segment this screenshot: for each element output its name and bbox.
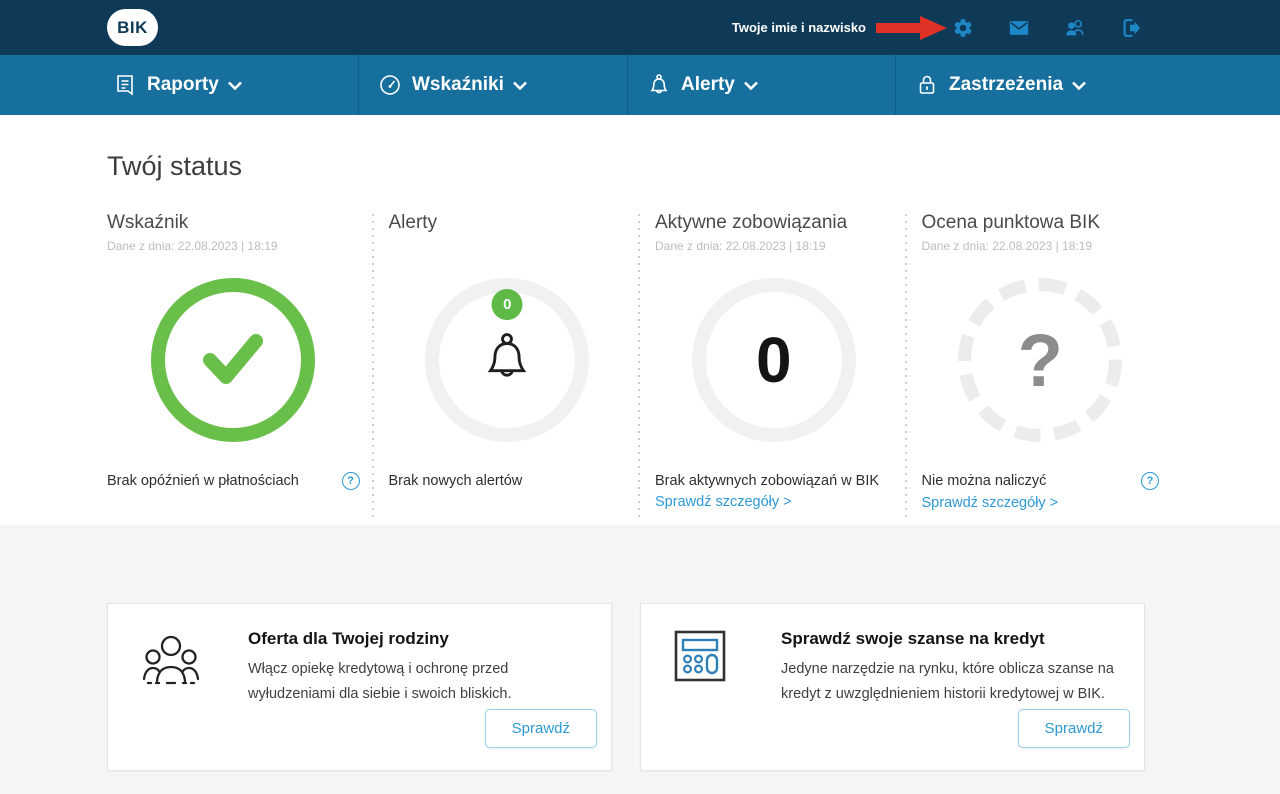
indicator-ring-wrap — [107, 262, 360, 458]
help-icon[interactable]: ? — [342, 472, 360, 490]
nav-label: Wskaźniki — [412, 74, 504, 96]
card-date: Dane z dnia: 22.08.2023 | 18:19 — [922, 239, 1160, 254]
nav-label: Raporty — [147, 74, 219, 96]
offers-section: Oferta dla Twojej rodziny Włącz opiekę k… — [0, 525, 1280, 794]
score-ring-wrap: ? — [922, 262, 1160, 458]
nav-item-alerty[interactable]: Alerty — [627, 55, 895, 115]
mail-icon[interactable] — [1007, 16, 1030, 39]
red-annotation-arrow-icon — [876, 15, 948, 41]
family-icon — [140, 629, 248, 770]
nav-item-raporty[interactable]: Raporty — [0, 55, 358, 115]
status-text: Brak opóźnień w płatnościach — [107, 472, 299, 490]
gray-status-ring: 0 — [425, 278, 589, 442]
offer-card-family: Oferta dla Twojej rodziny Włącz opiekę k… — [107, 603, 612, 771]
alerts-ring-wrap: 0 — [389, 262, 627, 458]
bell-icon — [647, 73, 671, 97]
card-date: Dane z dnia: 22.08.2023 | 18:19 — [655, 239, 893, 254]
status-section: Twój status Wskaźnik Dane z dnia: 22.08.… — [0, 115, 1280, 525]
offer-card-kredyt: Sprawdź swoje szanse na kredyt Jedyne na… — [640, 603, 1145, 771]
help-icon[interactable]: ? — [1141, 472, 1159, 490]
gauge-icon — [378, 73, 402, 97]
nav-label: Zastrzeżenia — [949, 74, 1063, 96]
bell-icon — [480, 331, 534, 389]
page-title: Twój status — [107, 151, 1173, 182]
offer-title: Oferta dla Twojej rodziny — [248, 629, 591, 649]
card-zobowiazania: Aktywne zobowiązania Dane z dnia: 22.08.… — [640, 212, 907, 512]
card-title: Alerty — [389, 212, 627, 234]
calculator-icon — [673, 629, 781, 770]
lock-icon — [915, 73, 939, 97]
bik-logo[interactable]: BIK — [107, 9, 158, 46]
header-actions: Twoje imie i nazwisko — [732, 0, 1142, 55]
card-ocena: Ocena punktowa BIK Dane z dnia: 22.08.20… — [907, 212, 1174, 512]
gray-status-ring: 0 — [692, 278, 856, 442]
nav-item-wskazniki[interactable]: Wskaźniki — [358, 55, 627, 115]
status-text: Nie można naliczyć — [922, 473, 1047, 489]
users-icon[interactable] — [1063, 16, 1086, 39]
report-icon — [113, 73, 137, 97]
nav-label: Alerty — [681, 74, 735, 96]
card-title: Aktywne zobowiązania — [655, 212, 893, 234]
score-unknown-mark: ? — [1018, 318, 1063, 403]
chevron-down-icon — [513, 81, 527, 90]
card-wskaznik: Wskaźnik Dane z dnia: 22.08.2023 | 18:19… — [107, 212, 374, 512]
offer-title: Sprawdź swoje szanse na kredyt — [781, 629, 1124, 649]
status-text: Brak nowych alertów — [389, 472, 523, 490]
dashed-status-ring: ? — [958, 278, 1122, 442]
card-title: Wskaźnik — [107, 212, 360, 234]
liabilities-ring-wrap: 0 — [655, 262, 893, 458]
sprawdz-button[interactable]: Sprawdź — [1018, 709, 1130, 748]
main-nav: Raporty Wskaźniki Alerty Zastrzeżenia — [0, 55, 1280, 115]
sprawdz-button[interactable]: Sprawdź — [485, 709, 597, 748]
chevron-down-icon — [744, 81, 758, 90]
nav-item-zastrzezenia[interactable]: Zastrzeżenia — [895, 55, 1280, 115]
liabilities-count: 0 — [756, 323, 792, 397]
user-name-label[interactable]: Twoje imie i nazwisko — [732, 20, 866, 35]
details-link[interactable]: Sprawdź szczegóły > — [922, 494, 1059, 512]
offer-description: Włącz opiekę kredytową i ochronę przed w… — [248, 657, 591, 708]
chevron-down-icon — [1072, 81, 1086, 90]
logout-icon[interactable] — [1119, 16, 1142, 39]
details-link[interactable]: Sprawdź szczegóły > — [655, 494, 792, 510]
card-date: Dane z dnia: 22.08.2023 | 18:19 — [107, 239, 360, 254]
card-alerty: Alerty 0 Brak nowych alertów — [374, 212, 641, 512]
status-text: Brak aktywnych zobowiązań w BIK — [655, 473, 879, 489]
offer-description: Jedyne narzędzie na rynku, które oblicza… — [781, 657, 1124, 708]
alerts-count-badge: 0 — [492, 289, 523, 320]
status-cards: Wskaźnik Dane z dnia: 22.08.2023 | 18:19… — [107, 212, 1173, 512]
card-date-spacer — [389, 239, 627, 254]
card-title: Ocena punktowa BIK — [922, 212, 1160, 234]
chevron-down-icon — [228, 81, 242, 90]
green-status-ring — [151, 278, 315, 442]
check-icon — [196, 330, 270, 390]
top-header-bar: BIK Twoje imie i nazwisko — [0, 0, 1280, 55]
gear-icon[interactable] — [951, 16, 974, 39]
